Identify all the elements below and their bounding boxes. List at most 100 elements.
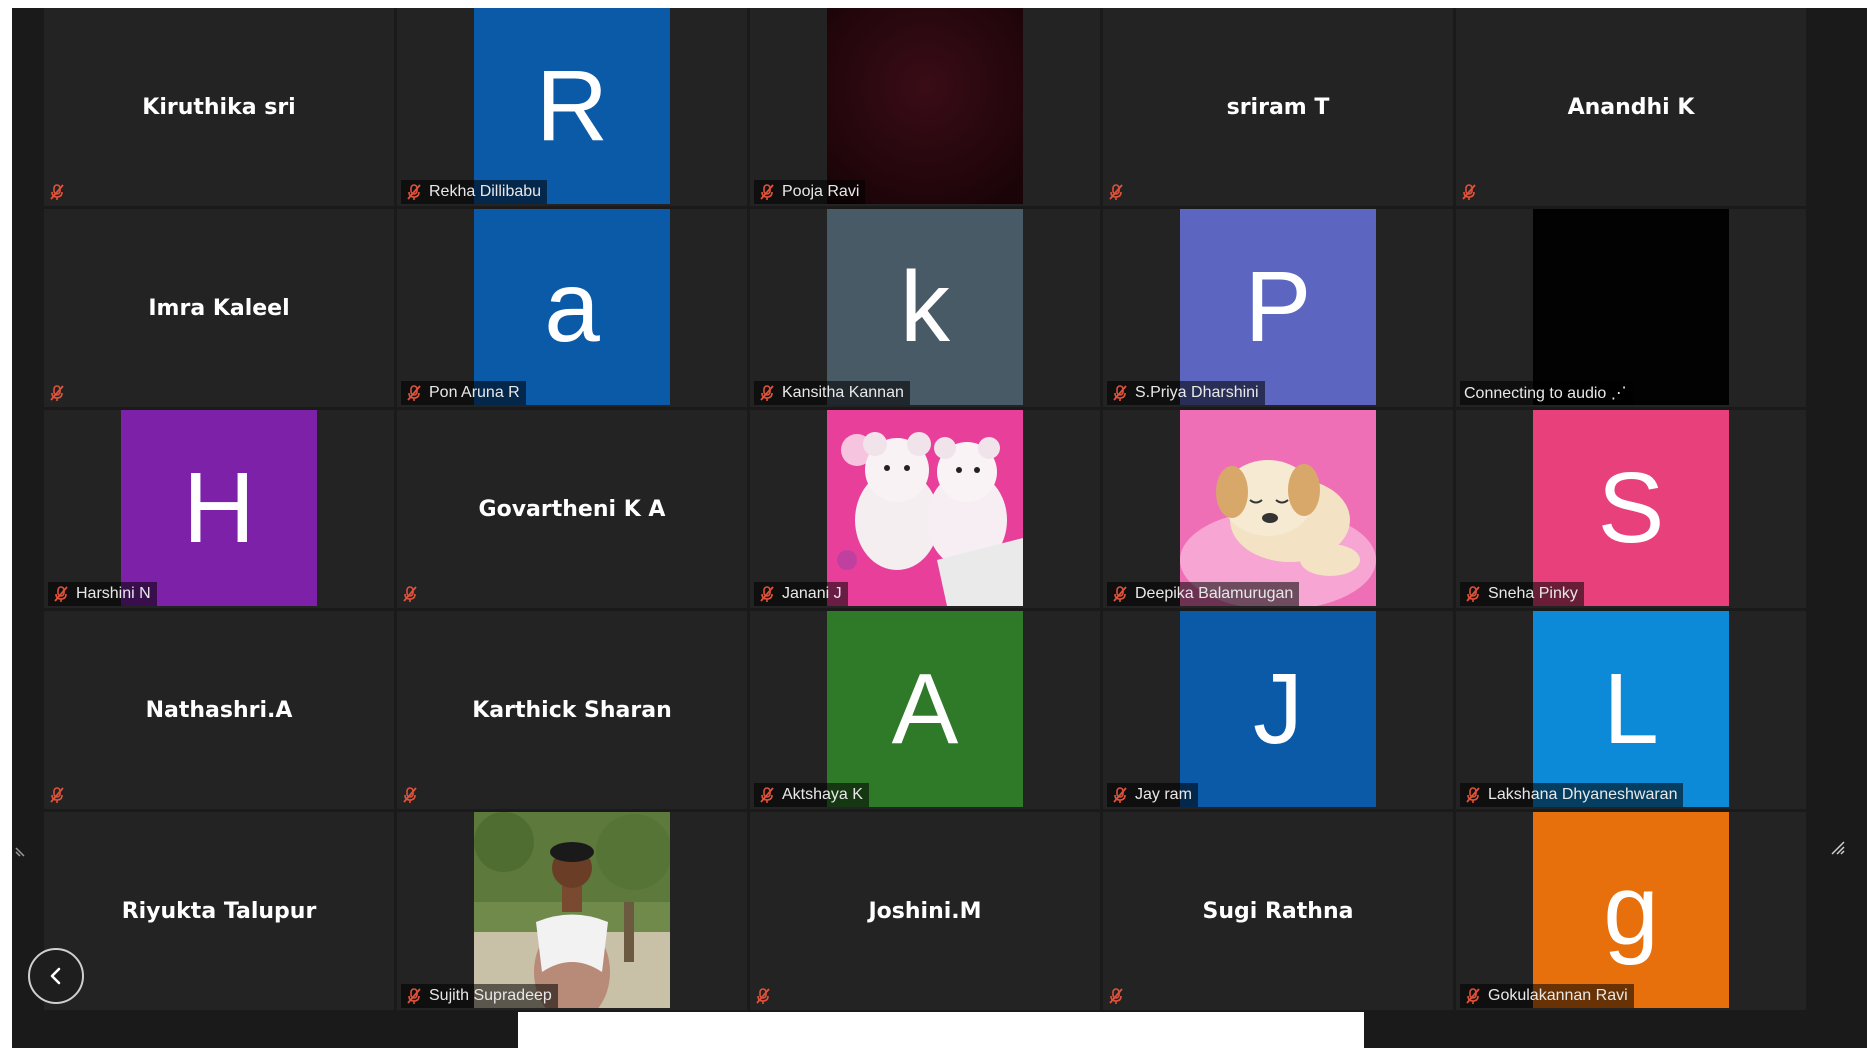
participant-tile[interactable]: Nathashri.A xyxy=(44,611,394,809)
mic-off-icon xyxy=(1466,787,1480,803)
mic-off-icon xyxy=(403,787,417,803)
participant-tile[interactable]: Imra Kaleel xyxy=(44,209,394,407)
participant-tile[interactable]: Govartheni K A xyxy=(397,410,747,608)
participant-label xyxy=(48,381,72,405)
participant-tile[interactable]: g Gokulakannan Ravi xyxy=(1456,812,1806,1010)
mic-off-icon xyxy=(760,385,774,401)
mic-off-icon xyxy=(1113,586,1127,602)
mic-off-icon xyxy=(407,385,421,401)
participant-tile[interactable]: Sugi Rathna xyxy=(1103,812,1453,1010)
participant-label-text: Lakshana Dhyaneshwaran xyxy=(1488,786,1678,803)
participant-video xyxy=(474,812,670,1008)
participant-name: Govartheni K A xyxy=(478,496,666,522)
mic-off-icon xyxy=(50,184,64,200)
participant-label xyxy=(1107,984,1131,1008)
avatar: H xyxy=(121,410,317,606)
avatar: g xyxy=(1533,812,1729,1008)
participant-tile[interactable]: P S.Priya Dharshini xyxy=(1103,209,1453,407)
participant-label: Connecting to audio ⋰ xyxy=(1460,381,1633,405)
participant-tile[interactable]: Connecting to audio ⋰ xyxy=(1456,209,1806,407)
participant-tile[interactable]: R Rekha Dillibabu xyxy=(397,8,747,206)
participant-label-text: Janani J xyxy=(782,585,842,602)
participant-video xyxy=(1533,209,1729,405)
mic-off-icon xyxy=(1466,988,1480,1004)
participant-label xyxy=(1460,180,1484,204)
participant-video xyxy=(827,8,1023,204)
participant-tile[interactable]: L Lakshana Dhyaneshwaran xyxy=(1456,611,1806,809)
avatar: P xyxy=(1180,209,1376,405)
participant-label-text: Connecting to audio ⋰ xyxy=(1464,385,1627,402)
avatar: A xyxy=(827,611,1023,807)
participant-name: Imra Kaleel xyxy=(148,295,290,321)
participant-name: Karthick Sharan xyxy=(472,697,672,723)
gallery-view: Kiruthika sri R Rekha Dillibabu Pooja Ra… xyxy=(12,8,1867,1048)
mic-off-icon xyxy=(407,988,421,1004)
participant-label xyxy=(754,984,778,1008)
participant-label: Aktshaya K xyxy=(754,783,869,807)
video-feed xyxy=(827,8,1023,204)
participant-name: Kiruthika sri xyxy=(142,94,296,120)
avatar: k xyxy=(827,209,1023,405)
avatar: J xyxy=(1180,611,1376,807)
avatar: S xyxy=(1533,410,1729,606)
participant-tile[interactable]: k Kansitha Kannan xyxy=(750,209,1100,407)
participant-video xyxy=(1180,410,1376,606)
participant-tile[interactable]: H Harshini N xyxy=(44,410,394,608)
participant-video xyxy=(827,410,1023,606)
participant-name: Joshini.M xyxy=(868,898,982,924)
participant-name: Riyukta Talupur xyxy=(121,898,317,924)
participant-label: Harshini N xyxy=(48,582,157,606)
participant-label-text: Aktshaya K xyxy=(782,786,863,803)
mic-off-icon xyxy=(760,184,774,200)
participant-label-text: Rekha Dillibabu xyxy=(429,183,542,200)
participant-label: Kansitha Kannan xyxy=(754,381,910,405)
resize-grip-icon[interactable] xyxy=(14,840,32,858)
participant-name: sriram T xyxy=(1226,94,1330,120)
participant-tile[interactable]: J Jay ram xyxy=(1103,611,1453,809)
mic-off-icon xyxy=(50,787,64,803)
avatar: a xyxy=(474,209,670,405)
participant-tile[interactable]: Karthick Sharan xyxy=(397,611,747,809)
participant-label-text: Kansitha Kannan xyxy=(782,384,904,401)
participant-label: Sujith Supradeep xyxy=(401,984,558,1008)
participant-label: Janani J xyxy=(754,582,848,606)
participant-label: Pooja Ravi xyxy=(754,180,866,204)
mic-off-icon xyxy=(54,586,68,602)
participant-label: Deepika Balamurugan xyxy=(1107,582,1300,606)
mic-off-icon xyxy=(50,385,64,401)
participant-label: Jay ram xyxy=(1107,783,1198,807)
participant-label xyxy=(401,582,425,606)
mic-off-icon xyxy=(1462,184,1476,200)
mic-off-icon xyxy=(760,586,774,602)
mic-off-icon xyxy=(1466,586,1480,602)
participant-label-text: Sujith Supradeep xyxy=(429,987,552,1004)
participant-tile[interactable]: a Pon Aruna R xyxy=(397,209,747,407)
resize-grip-icon[interactable] xyxy=(1828,838,1846,856)
participant-tile[interactable]: Pooja Ravi xyxy=(750,8,1100,206)
mic-off-icon xyxy=(760,787,774,803)
participant-tile[interactable]: S Sneha Pinky xyxy=(1456,410,1806,608)
participant-label: Rekha Dillibabu xyxy=(401,180,548,204)
participant-tile[interactable]: A Aktshaya K xyxy=(750,611,1100,809)
participant-name: Nathashri.A xyxy=(145,697,293,723)
participant-tile[interactable]: Kiruthika sri xyxy=(44,8,394,206)
mic-off-icon xyxy=(407,184,421,200)
participant-tile[interactable]: Anandhi K xyxy=(1456,8,1806,206)
participant-tile[interactable]: sriram T xyxy=(1103,8,1453,206)
participant-tile[interactable]: Sujith Supradeep xyxy=(397,812,747,1010)
avatar: R xyxy=(474,8,670,204)
participant-label-text: S.Priya Dharshini xyxy=(1135,384,1259,401)
participant-label-text: Deepika Balamurugan xyxy=(1135,585,1294,602)
previous-page-button[interactable] xyxy=(28,948,84,1004)
profile-photo xyxy=(827,410,1023,606)
participant-tile[interactable]: Deepika Balamurugan xyxy=(1103,410,1453,608)
participant-label-text: Sneha Pinky xyxy=(1488,585,1578,602)
participant-grid: Kiruthika sri R Rekha Dillibabu Pooja Ra… xyxy=(44,8,1814,1018)
video-feed xyxy=(1533,209,1729,405)
participant-label xyxy=(48,783,72,807)
participant-tile[interactable]: Joshini.M xyxy=(750,812,1100,1010)
participant-label xyxy=(401,783,425,807)
participant-tile[interactable]: Riyukta Talupur xyxy=(44,812,394,1010)
participant-label: Lakshana Dhyaneshwaran xyxy=(1460,783,1684,807)
participant-tile[interactable]: Janani J xyxy=(750,410,1100,608)
